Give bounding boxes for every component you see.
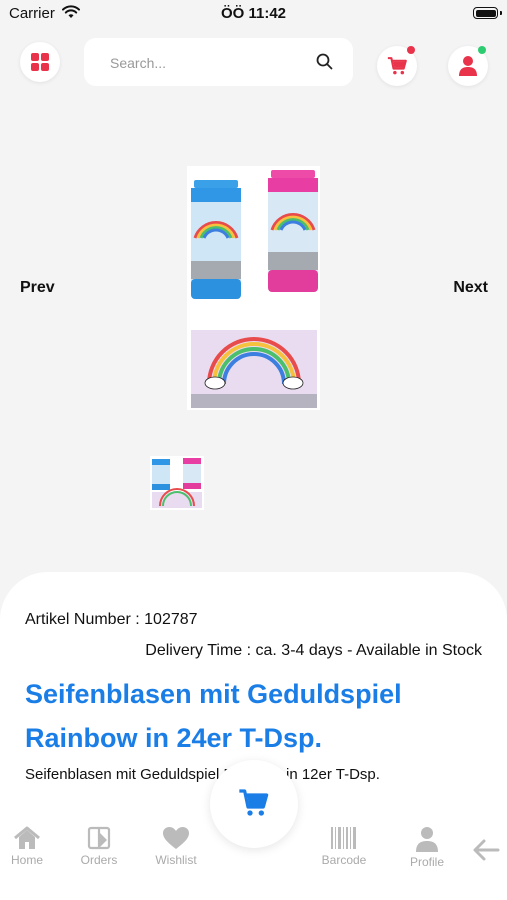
orders-icon (87, 826, 111, 850)
cart-icon (387, 57, 407, 75)
home-icon (14, 826, 40, 849)
status-bar: Carrier ÖÖ 11:42 (0, 0, 507, 28)
nav-orders[interactable]: Orders (67, 826, 131, 867)
nav-home[interactable]: Home (0, 826, 59, 867)
nav-wishlist-label: Wishlist (155, 853, 197, 867)
nav-barcode-label: Barcode (321, 853, 367, 867)
cart-icon (239, 789, 269, 816)
prev-button[interactable]: Prev (20, 279, 55, 297)
heart-icon (163, 827, 189, 849)
product-title: Seifenblasen mit Geduldspiel Rainbow in … (25, 679, 402, 753)
product-thumbnail[interactable] (150, 456, 204, 510)
nav-home-label: Home (10, 853, 43, 867)
menu-grid-button[interactable] (20, 42, 60, 82)
nav-barcode[interactable]: Barcode (312, 826, 376, 867)
user-icon (459, 56, 477, 76)
search-icon[interactable] (316, 53, 333, 70)
back-arrow-icon[interactable] (472, 838, 500, 862)
clock: ÖÖ 11:42 (220, 5, 287, 22)
next-button[interactable]: Next (453, 279, 488, 297)
profile-badge (478, 46, 486, 54)
nav-profile[interactable]: Profile (395, 826, 459, 869)
cart-button[interactable] (377, 46, 417, 86)
profile-button[interactable] (448, 46, 488, 86)
search-bar (84, 38, 353, 88)
article-number: Artikel Number : 102787 (25, 611, 198, 628)
cart-badge (407, 46, 415, 54)
product-image (187, 166, 320, 410)
search-input[interactable] (108, 38, 312, 88)
nav-orders-label: Orders (80, 853, 118, 867)
add-to-cart-button[interactable] (210, 760, 298, 848)
nav-profile-label: Profile (409, 855, 444, 869)
barcode-icon (331, 827, 356, 849)
nav-wishlist[interactable]: Wishlist (144, 826, 208, 867)
battery-icon (473, 7, 502, 19)
delivery-time: Delivery Time : ca. 3-4 days - Available… (145, 642, 482, 659)
profile-icon (416, 827, 438, 852)
